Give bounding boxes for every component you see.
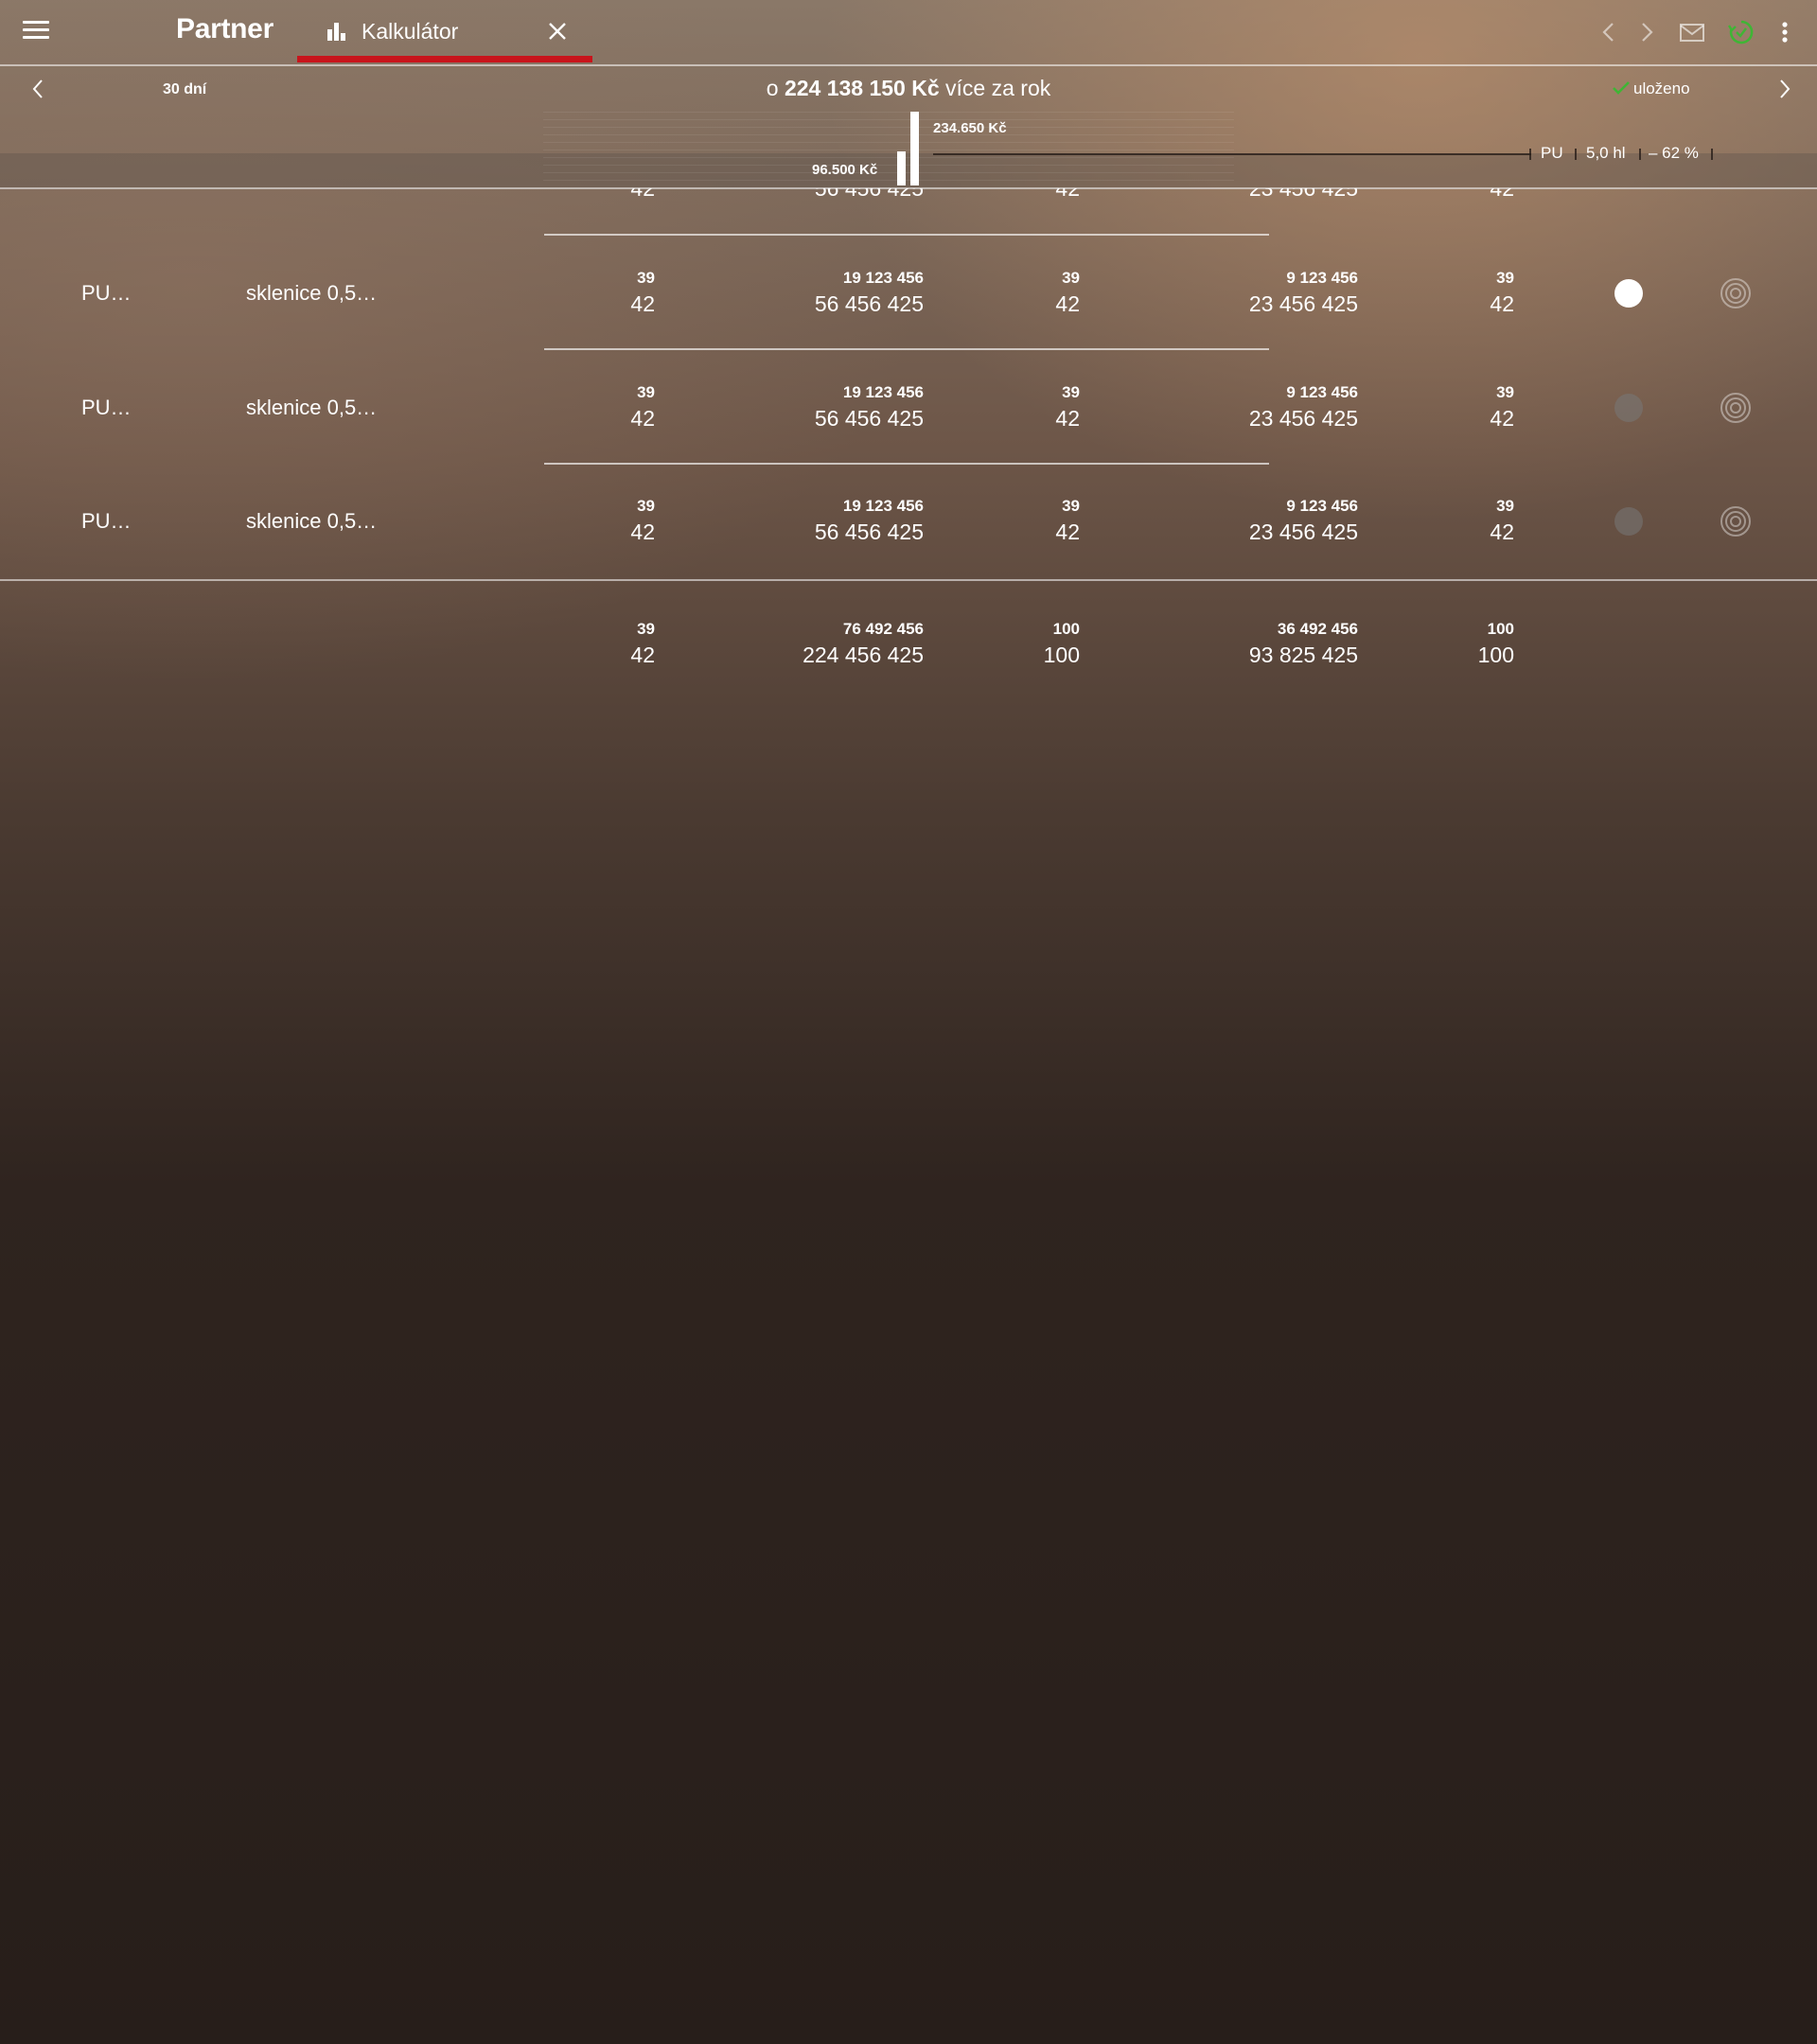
total-value: 100: [1043, 643, 1080, 667]
forward-icon[interactable]: [1632, 17, 1662, 47]
cell-value: 42: [1055, 520, 1080, 544]
total-value: 36 492 456: [1277, 620, 1358, 638]
cell-value: 42: [630, 520, 655, 544]
total-value: 100: [1052, 620, 1080, 638]
volume-label: 5,0 hl: [1586, 144, 1626, 162]
headline-amount: 224 138 150 Kč: [784, 76, 940, 100]
cell-value: 39: [1496, 383, 1514, 401]
total-value: 39: [637, 620, 655, 638]
package-name: sklenice 0,5…: [246, 281, 378, 305]
cell-value: 56 456 425: [814, 291, 924, 316]
target-icon[interactable]: [1720, 392, 1752, 424]
total-value: 100: [1487, 620, 1514, 638]
cell-value: 56 456 425: [814, 188, 924, 201]
package-name: sklenice 0,5…: [246, 396, 378, 419]
row-toggle[interactable]: [1614, 507, 1643, 536]
cell-value: 19 123 456: [842, 383, 924, 401]
cell-value: 42: [1490, 520, 1514, 544]
change-label: – 62 %: [1649, 144, 1699, 162]
saved-label: uloženo: [1633, 79, 1690, 97]
bar-chart-icon: [327, 23, 345, 41]
cell-value: 42: [630, 406, 655, 431]
cell-value: 9 123 456: [1286, 269, 1358, 287]
row-separator: [544, 463, 1269, 465]
totals-separator: [0, 579, 1817, 581]
cell-value: 23 456 425: [1248, 406, 1358, 431]
row-separator: [544, 348, 1269, 350]
app-title: Partner: [176, 13, 273, 44]
old-value-bar: [897, 151, 906, 185]
product-label: PU: [1541, 144, 1563, 162]
back-icon[interactable]: [1594, 17, 1624, 47]
cell-value: 39: [1062, 269, 1080, 287]
target-icon[interactable]: [1720, 505, 1752, 537]
comparison-grid: [543, 112, 1234, 187]
cell-value: 19 123 456: [842, 269, 924, 287]
comparison-baseline: [933, 153, 1531, 155]
cell-value: 42: [1055, 291, 1080, 316]
total-value: 224 456 425: [803, 643, 924, 667]
next-period-icon[interactable]: [1772, 76, 1798, 102]
package-name: sklenice 0,5…: [246, 509, 378, 533]
cell-value: 23 456 425: [1248, 188, 1358, 201]
product-name: PU…: [81, 509, 132, 533]
cell-value: 56 456 425: [814, 406, 924, 431]
cell-value: 42: [1490, 406, 1514, 431]
check-icon: [1613, 81, 1630, 95]
cell-value: 42: [1490, 188, 1514, 201]
close-icon[interactable]: [543, 17, 572, 45]
total-value: 76 492 456: [842, 620, 924, 638]
total-value: 100: [1477, 643, 1514, 667]
cell-value: 39: [1496, 497, 1514, 515]
old-value-label: 96.500 Kč: [812, 162, 878, 178]
headline-prefix: o: [766, 76, 779, 100]
total-value: 42: [630, 643, 655, 667]
total-value: 93 825 425: [1248, 643, 1358, 667]
cell-value: 42: [630, 291, 655, 316]
row-toggle[interactable]: [1614, 394, 1643, 422]
sync-icon[interactable]: [1726, 17, 1756, 47]
cell-value: 42: [1055, 188, 1080, 201]
row-toggle[interactable]: [1614, 279, 1643, 308]
cell-value: 42: [1490, 291, 1514, 316]
tab-kalkulator[interactable]: Kalkulátor: [297, 0, 592, 62]
table-row[interactable]: PU… sklenice 0,5… 39 42 19 123 456 56 45…: [0, 256, 1817, 350]
cell-value: 39: [637, 497, 655, 515]
cell-value: 56 456 425: [814, 520, 924, 544]
cell-value: 39: [637, 269, 655, 287]
tab-label: Kalkulátor: [362, 19, 459, 44]
tick-mark: [1639, 149, 1641, 160]
saved-status: uloženo: [1613, 79, 1690, 98]
cell-value: 23 456 425: [1248, 520, 1358, 544]
savings-headline: o 224 138 150 Kč více za rok: [0, 76, 1817, 101]
target-icon[interactable]: [1720, 277, 1752, 309]
tick-mark: [1575, 149, 1577, 160]
new-value-label: 234.650 Kč: [933, 120, 1007, 136]
cell-value: 39: [1062, 383, 1080, 401]
tick-mark: [1529, 149, 1531, 160]
new-value-bar: [910, 112, 919, 185]
table-row[interactable]: PU… sklenice 0,5… 39 42 19 123 456 56 45…: [0, 370, 1817, 465]
cell-value: 42: [1055, 406, 1080, 431]
cell-value: 9 123 456: [1286, 383, 1358, 401]
product-name: PU…: [81, 281, 132, 305]
partial-row: 42 56 456 425 42 23 456 425 42: [0, 188, 1817, 202]
tick-mark: [1711, 149, 1713, 160]
cell-value: 19 123 456: [842, 497, 924, 515]
hamburger-menu-icon[interactable]: [23, 21, 49, 40]
product-name: PU…: [81, 396, 132, 419]
row-separator: [544, 234, 1269, 236]
cell-value: 42: [630, 188, 655, 201]
cell-value: 39: [1062, 497, 1080, 515]
cell-value: 9 123 456: [1286, 497, 1358, 515]
active-tab-indicator: [297, 56, 592, 62]
headline-suffix: více za rok: [945, 76, 1051, 100]
totals-row: 39 42 76 492 456 224 456 425 100 100 36 …: [0, 608, 1817, 702]
more-vert-icon[interactable]: [1770, 17, 1800, 47]
cell-value: 39: [637, 383, 655, 401]
cell-value: 39: [1496, 269, 1514, 287]
table-row[interactable]: PU… sklenice 0,5… 39 42 19 123 456 56 45…: [0, 484, 1817, 578]
mail-icon[interactable]: [1677, 17, 1707, 47]
cell-value: 23 456 425: [1248, 291, 1358, 316]
